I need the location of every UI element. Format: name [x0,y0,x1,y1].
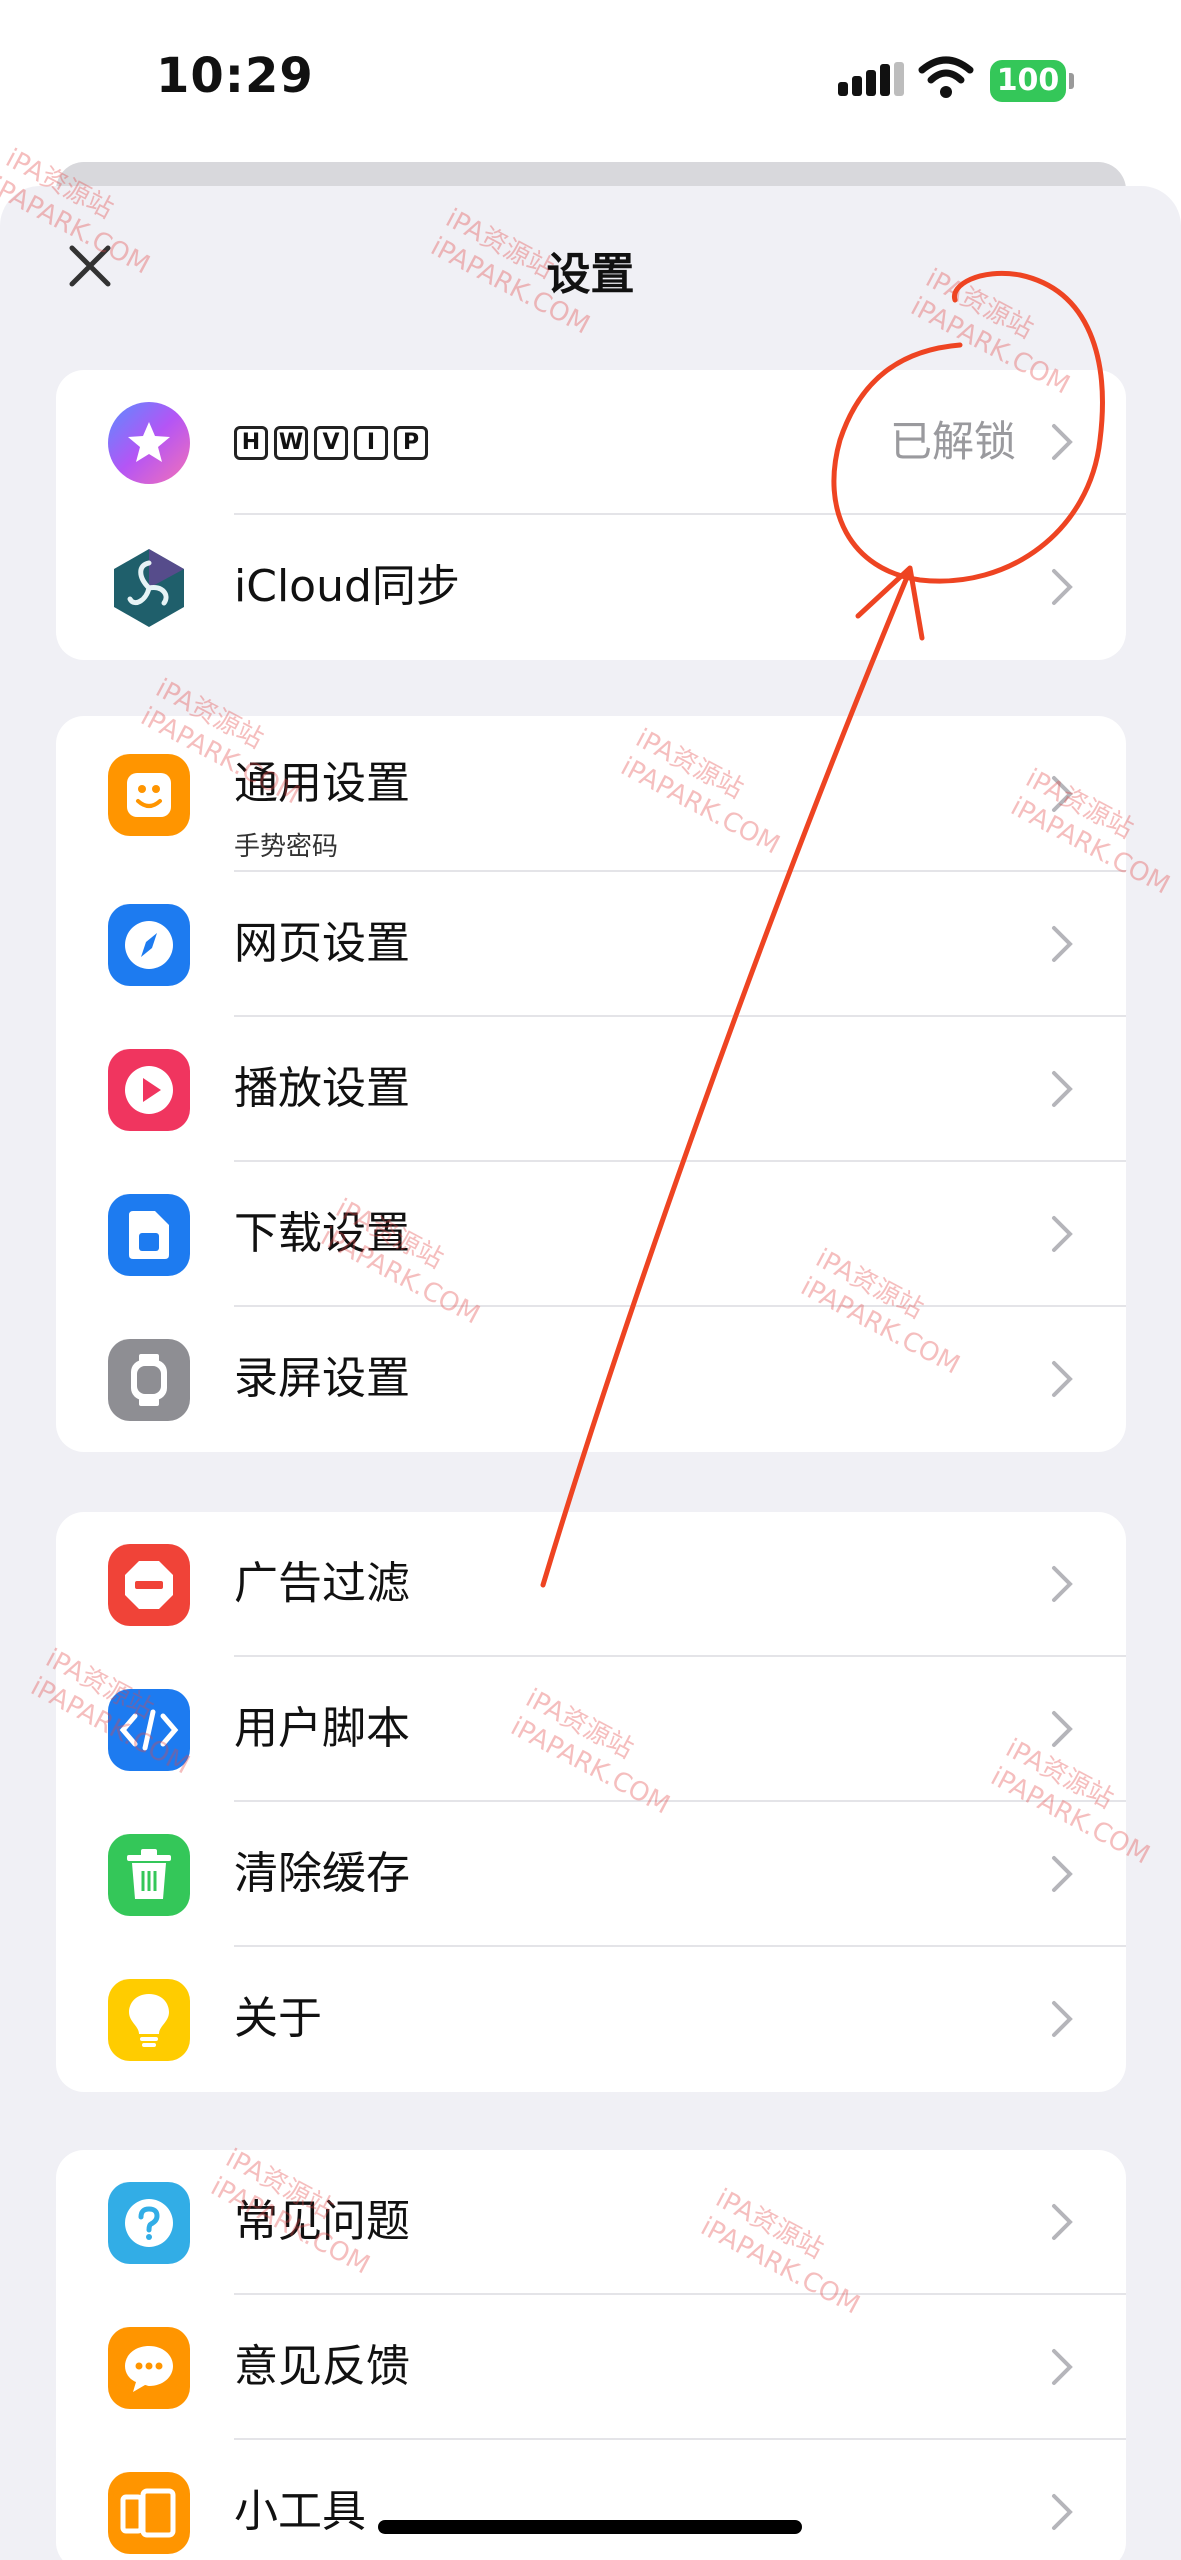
compass-icon [108,904,190,986]
vip-badge-letter: H [234,426,268,460]
chevron-right-icon [1052,569,1073,605]
chevron-right-icon [1052,2001,1073,2037]
status-time: 10:29 [156,48,314,104]
chat-bubble-icon [108,2327,190,2409]
vip-badge-group: H W V I P [234,426,428,460]
chevron-right-icon [1052,2204,1073,2240]
battery-tip [1069,73,1074,89]
settings-row-playback[interactable]: 播放设置 [56,1017,1126,1162]
home-indicator [378,2520,802,2534]
chevron-right-icon [1052,2494,1073,2530]
settings-row-vip[interactable]: H W V I P 已解锁 [56,370,1126,515]
stop-icon [108,1544,190,1626]
settings-row-label: 广告过滤 [234,1558,410,1609]
settings-row-label: 清除缓存 [234,1848,410,1899]
settings-row-label: 意见反馈 [234,2341,410,2392]
settings-group-support: 常见问题 意见反馈 小工具 [56,2150,1126,2560]
chevron-right-icon [1052,926,1073,962]
star-icon [108,402,190,484]
lightbulb-icon [108,1979,190,2061]
settings-row-label: 小工具 [234,2486,366,2537]
vip-badge-letter: V [314,426,348,460]
question-icon [108,2182,190,2264]
chevron-right-icon [1052,424,1073,460]
vip-badge-letter: P [394,426,428,460]
chevron-right-icon [1052,1566,1073,1602]
settings-row-clear-cache[interactable]: 清除缓存 [56,1802,1126,1947]
triskelion-icon [108,547,190,629]
settings-row-faq[interactable]: 常见问题 [56,2150,1126,2295]
settings-row-icloud-sync[interactable]: iCloud同步 [56,515,1126,660]
settings-row-label: 用户脚本 [234,1703,410,1754]
trash-icon [108,1834,190,1916]
settings-group-account: H W V I P 已解锁 iCloud同步 [56,370,1126,660]
settings-row-widgets[interactable]: 小工具 [56,2440,1126,2560]
watch-icon [108,1339,190,1421]
settings-row-sublabel: 手势密码 [234,832,339,862]
chevron-right-icon [1052,2349,1073,2385]
settings-row-label: 录屏设置 [234,1353,410,1404]
chevron-right-icon [1052,1361,1073,1397]
battery-level: 100 [990,60,1066,102]
settings-row-download[interactable]: 下载设置 [56,1162,1126,1307]
battery-indicator: 100 [990,60,1074,102]
chevron-right-icon [1052,1856,1073,1892]
download-icon [108,1194,190,1276]
settings-row-feedback[interactable]: 意见反馈 [56,2295,1126,2440]
chevron-right-icon [1052,1071,1073,1107]
settings-row-label: iCloud同步 [234,561,460,612]
general-settings-icon [108,754,190,836]
chevron-right-icon [1052,1711,1073,1747]
settings-screen: 10:29 100 设置 H W V I P 已解锁 iCloud同步 通用设置… [0,0,1181,2560]
play-icon [108,1049,190,1131]
cellular-signal-icon [838,62,904,96]
vip-badge-letter: I [354,426,388,460]
settings-row-about[interactable]: 关于 [56,1947,1126,2092]
settings-group-tools: 广告过滤 用户脚本 清除缓存 关于 [56,1512,1126,2092]
vip-status-value: 已解锁 [889,417,1016,466]
settings-row-label: 播放设置 [234,1063,410,1114]
settings-row-web[interactable]: 网页设置 [56,872,1126,1017]
wifi-icon [918,56,974,98]
status-bar: 10:29 100 [0,0,1181,160]
tools-icon [108,2472,190,2554]
settings-row-ad-filter[interactable]: 广告过滤 [56,1512,1126,1657]
settings-row-label: 网页设置 [234,918,410,969]
settings-row-label: 关于 [234,1993,322,2044]
chevron-right-icon [1052,1216,1073,1252]
vip-badge-letter: W [274,426,308,460]
